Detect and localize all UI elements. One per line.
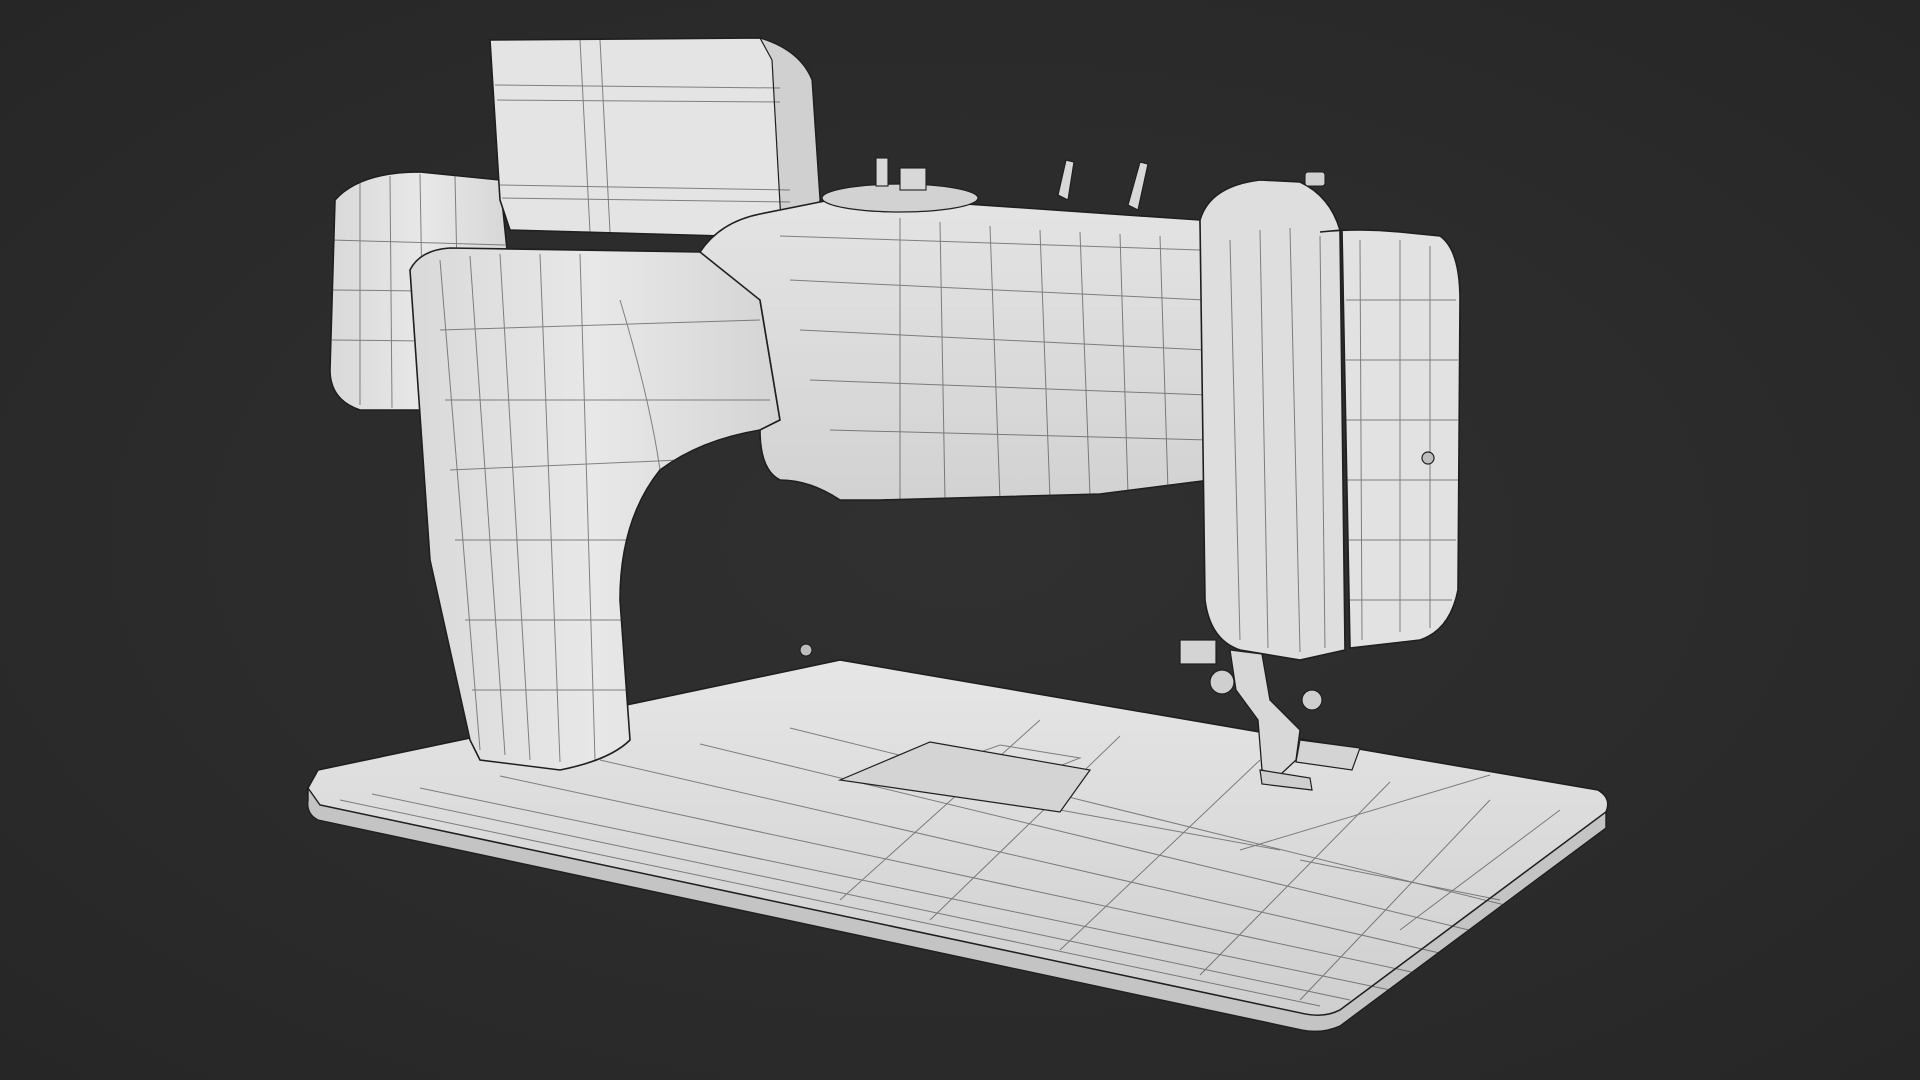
pillar-screw [799,643,813,657]
machine-head [1199,171,1461,661]
sewing-machine-wireframe-render [306,37,1609,1033]
render-viewport [0,0,1920,1080]
top-cover-box [489,37,821,241]
